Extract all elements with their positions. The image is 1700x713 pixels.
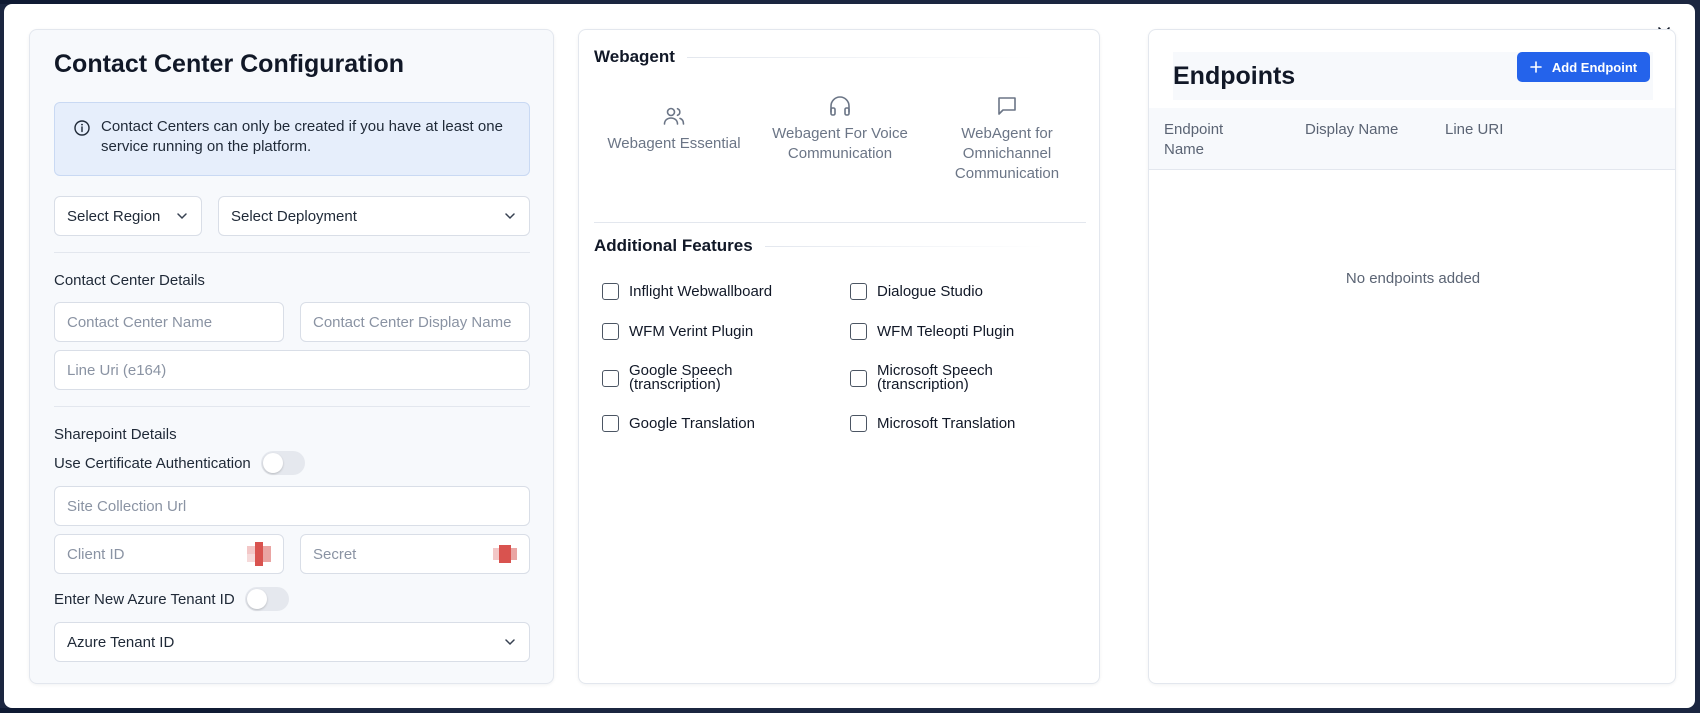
checkbox[interactable] <box>850 283 867 300</box>
certificate-auth-row: Use Certificate Authentication <box>54 451 305 475</box>
client-id-placeholder: Client ID <box>67 545 125 563</box>
checkbox[interactable] <box>602 283 619 300</box>
configuration-panel: Contact Center Configuration Contact Cen… <box>29 29 554 684</box>
region-select[interactable]: Select Region <box>54 196 202 236</box>
password-manager-icon[interactable] <box>493 542 517 566</box>
checkbox[interactable] <box>850 323 867 340</box>
certificate-auth-label: Use Certificate Authentication <box>54 454 251 472</box>
contact-center-display-name-placeholder: Contact Center Display Name <box>313 313 512 331</box>
features-title-text: Additional Features <box>594 236 753 255</box>
divider <box>54 252 530 253</box>
checkbox[interactable] <box>602 370 619 387</box>
add-endpoint-button[interactable]: Add Endpoint <box>1517 52 1650 82</box>
webagent-title-text: Webagent <box>594 47 675 66</box>
site-collection-url-input[interactable]: Site Collection Url <box>54 486 530 526</box>
azure-tenant-select-value: Azure Tenant ID <box>67 633 175 651</box>
feature-wfm-teleopti[interactable]: WFM Teleopti Plugin <box>850 323 1070 340</box>
title-underline <box>686 56 1037 58</box>
line-uri-input[interactable]: Line Uri (e164) <box>54 350 530 390</box>
feature-label: Microsoft Speech (transcription) <box>877 362 993 393</box>
secret-placeholder: Secret <box>313 545 357 563</box>
webagent-essential-option[interactable]: Webagent Essential <box>599 104 749 154</box>
webagent-voice-option[interactable]: Webagent For Voice Communication <box>765 94 915 164</box>
feature-google-translation[interactable]: Google Translation <box>602 415 822 432</box>
endpoints-table-header: Endpoint Name Display Name Line URI <box>1149 108 1675 170</box>
column-header-display-name: Display Name <box>1305 121 1399 138</box>
site-collection-url-placeholder: Site Collection Url <box>67 497 187 515</box>
deployment-select-value: Select Deployment <box>231 207 357 225</box>
endpoints-panel: Endpoints Add Endpoint Endpoint Name Dis… <box>1148 29 1676 684</box>
feature-microsoft-translation[interactable]: Microsoft Translation <box>850 415 1070 432</box>
password-manager-icon[interactable] <box>247 542 271 566</box>
info-alert: Contact Centers can only be created if y… <box>54 102 530 176</box>
feature-label: Google Translation <box>629 415 755 432</box>
feature-label: Inflight Webwallboard <box>629 283 773 300</box>
feature-microsoft-speech[interactable]: Microsoft Speech (transcription) <box>850 362 1010 393</box>
divider <box>594 222 1086 223</box>
webagent-omnichannel-option[interactable]: WebAgent for Omnichannel Communication <box>932 94 1082 184</box>
backdrop-stripe <box>0 708 230 713</box>
headphones-icon <box>830 96 850 116</box>
empty-state-text: No endpoints added <box>1345 270 1481 287</box>
webagent-label: WebAgent for Omnichannel Communication <box>954 125 1060 182</box>
deployment-select[interactable]: Select Deployment <box>218 196 530 236</box>
features-section-title: Additional Features <box>594 236 1045 256</box>
sharepoint-section-label: Sharepoint Details <box>54 426 177 443</box>
certificate-auth-toggle[interactable] <box>260 451 305 475</box>
webagent-section-title: Webagent <box>594 47 1037 67</box>
feature-label: Dialogue Studio <box>877 283 983 300</box>
contact-center-name-placeholder: Contact Center Name <box>67 313 213 331</box>
feature-label: WFM Teleopti Plugin <box>877 323 1015 340</box>
plus-icon <box>1530 61 1542 73</box>
feature-label: Google Speech (transcription) <box>629 362 733 393</box>
contact-center-display-name-input[interactable]: Contact Center Display Name <box>300 302 530 342</box>
contact-center-modal: Contact Center Configuration Contact Cen… <box>4 4 1695 708</box>
column-header-line-uri: Line URI <box>1445 121 1504 138</box>
webagent-label: Webagent Essential <box>607 135 741 152</box>
chevron-down-icon <box>505 213 515 220</box>
checkbox[interactable] <box>602 415 619 432</box>
azure-tenant-select[interactable]: Azure Tenant ID <box>54 622 530 662</box>
webagent-panel: Webagent Webagent Essential Webagent For… <box>578 29 1100 684</box>
secret-input[interactable]: Secret <box>300 534 530 574</box>
message-square-icon <box>998 97 1016 115</box>
feature-inflight-webwallboard[interactable]: Inflight Webwallboard <box>602 283 822 300</box>
checkbox[interactable] <box>850 415 867 432</box>
feature-label: Microsoft Translation <box>877 415 1016 432</box>
client-id-input[interactable]: Client ID <box>54 534 284 574</box>
azure-new-tenant-toggle[interactable] <box>244 587 289 611</box>
users-icon <box>663 107 685 125</box>
checkbox[interactable] <box>850 370 867 387</box>
chevron-down-icon <box>177 213 187 220</box>
checkbox[interactable] <box>602 323 619 340</box>
feature-wfm-verint[interactable]: WFM Verint Plugin <box>602 323 822 340</box>
region-select-value: Select Region <box>67 207 161 225</box>
add-endpoint-label: Add Endpoint <box>1551 59 1638 75</box>
azure-new-tenant-label: Enter New Azure Tenant ID <box>54 590 235 608</box>
title-underline <box>764 245 1045 247</box>
details-section-label: Contact Center Details <box>54 272 205 289</box>
divider <box>54 406 530 407</box>
webagent-label: Webagent For Voice Communication <box>772 125 908 162</box>
info-text: Contact Centers can only be created if y… <box>101 118 503 155</box>
column-header-endpoint-name: Endpoint Name <box>1164 121 1224 158</box>
chevron-down-icon <box>505 639 515 646</box>
page-title: Contact Center Configuration <box>54 50 404 78</box>
feature-dialogue-studio[interactable]: Dialogue Studio <box>850 283 1070 300</box>
info-icon <box>74 120 90 136</box>
feature-label: WFM Verint Plugin <box>629 323 754 340</box>
feature-google-speech[interactable]: Google Speech (transcription) <box>602 362 752 393</box>
endpoints-title: Endpoints <box>1173 61 1296 90</box>
line-uri-placeholder: Line Uri (e164) <box>67 361 167 379</box>
contact-center-name-input[interactable]: Contact Center Name <box>54 302 284 342</box>
azure-new-tenant-row: Enter New Azure Tenant ID <box>54 587 289 611</box>
